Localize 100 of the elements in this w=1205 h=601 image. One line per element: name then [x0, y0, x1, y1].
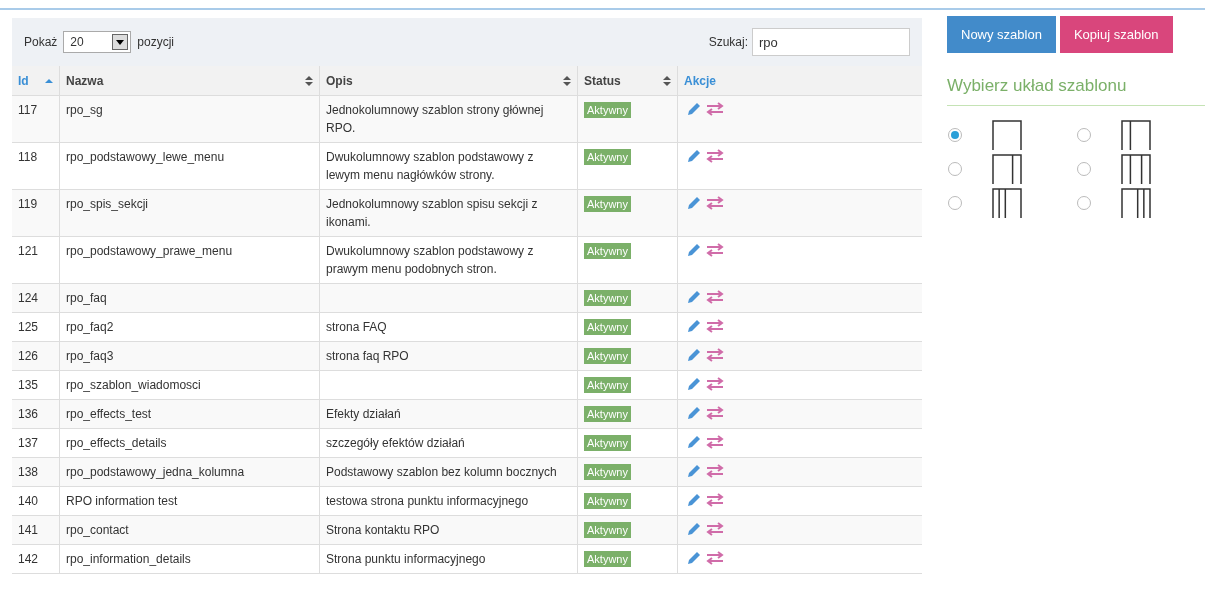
- swap-arrows-icon[interactable]: [706, 376, 724, 392]
- swap-arrows-icon[interactable]: [706, 148, 724, 164]
- swap-arrows-icon[interactable]: [706, 242, 724, 258]
- name-cell: rpo_szablon_wiadomosci: [66, 378, 201, 392]
- status-badge: Aktywny: [584, 493, 631, 509]
- status-badge: Aktywny: [584, 435, 631, 451]
- edit-pencil-icon[interactable]: [686, 492, 702, 508]
- swap-arrows-icon[interactable]: [706, 318, 724, 334]
- column-layout-icon: [992, 119, 1022, 150]
- swap-arrows-icon[interactable]: [706, 492, 724, 508]
- layout-radio[interactable]: [1077, 195, 1091, 210]
- sort-icon: [305, 75, 313, 86]
- edit-pencil-icon[interactable]: [686, 376, 702, 392]
- name-cell: rpo_information_details: [66, 552, 191, 566]
- status-badge: Aktywny: [584, 464, 631, 480]
- edit-pencil-icon[interactable]: [686, 289, 702, 305]
- column-layout-icon: [1121, 153, 1151, 184]
- sort-icon: [663, 75, 671, 86]
- column-layout-icon: [992, 187, 1022, 218]
- column-layout-icon: [992, 153, 1022, 184]
- name-cell: RPO information test: [66, 494, 178, 508]
- description-cell: strona faq RPO: [326, 349, 409, 363]
- id-cell: 137: [18, 436, 39, 450]
- status-badge: Aktywny: [584, 377, 631, 393]
- status-badge: Aktywny: [584, 551, 631, 567]
- search-field[interactable]: rpo: [752, 28, 910, 56]
- name-cell: rpo_spis_sekcji: [66, 197, 149, 211]
- status-badge: Aktywny: [584, 319, 631, 335]
- id-cell: 126: [18, 349, 39, 363]
- id-cell: 117: [18, 103, 38, 117]
- copy-template-button[interactable]: Kopiuj szablon: [1059, 16, 1173, 53]
- name-cell: rpo_faq2: [66, 320, 114, 334]
- id-cell: 138: [18, 465, 39, 479]
- id-cell: 140: [18, 494, 39, 508]
- name-cell: rpo_effects_test: [66, 407, 152, 421]
- description-cell: strona FAQ: [326, 320, 387, 334]
- description-cell: szczegóły efektów działań: [326, 436, 465, 450]
- swap-arrows-icon[interactable]: [706, 434, 724, 450]
- id-cell: 141: [18, 523, 39, 537]
- description-cell: testowa strona punktu informacyjnego: [326, 494, 529, 508]
- status-badge: Aktywny: [584, 348, 631, 364]
- layout-radio[interactable]: [948, 127, 962, 142]
- name-cell: rpo_faq: [66, 291, 107, 305]
- column-header[interactable]: Nazwa: [60, 66, 320, 95]
- swap-arrows-icon[interactable]: [706, 405, 724, 421]
- name-cell: rpo_podstawowy_prawe_menu: [66, 244, 233, 258]
- sort-icon: [563, 75, 571, 86]
- description-cell: Jednokolumnowy szablon strony głównej RPO.: [326, 103, 544, 135]
- edit-pencil-icon[interactable]: [686, 434, 702, 450]
- show-label: Pokaż: [24, 34, 58, 51]
- status-badge: Aktywny: [584, 290, 631, 306]
- column-layout-icon: [1121, 187, 1151, 218]
- id-cell: 136: [18, 407, 39, 421]
- edit-pencil-icon[interactable]: [686, 405, 702, 421]
- page-size-select[interactable]: 20: [63, 31, 132, 53]
- description-cell: Dwukolumnowy szablon podstawowy z lewym menu nagłówków strony.: [326, 150, 534, 182]
- name-cell: rpo_podstawowy_lewe_menu: [66, 150, 225, 164]
- layout-radio[interactable]: [948, 161, 962, 176]
- status-badge: Aktywny: [584, 522, 631, 538]
- status-badge: Aktywny: [584, 102, 631, 118]
- search-label: Szukaj:: [708, 34, 748, 51]
- swap-arrows-icon[interactable]: [706, 521, 724, 537]
- swap-arrows-icon[interactable]: [706, 347, 724, 363]
- edit-pencil-icon[interactable]: [686, 347, 702, 363]
- new-template-button[interactable]: Nowy szablon: [947, 16, 1056, 53]
- description-cell: Efekty działań: [326, 407, 401, 421]
- edit-pencil-icon[interactable]: [686, 148, 702, 164]
- swap-arrows-icon[interactable]: [706, 463, 724, 479]
- layout-radio[interactable]: [948, 195, 962, 210]
- edit-pencil-icon[interactable]: [686, 550, 702, 566]
- id-cell: 125: [18, 320, 39, 334]
- status-badge: Aktywny: [584, 406, 631, 422]
- id-cell: 118: [18, 150, 38, 164]
- name-cell: rpo_sg: [66, 103, 103, 117]
- description-cell: Jednokolumnowy szablon spisu sekcji z ikonami.: [326, 197, 538, 229]
- sort-ascending-icon: [45, 77, 53, 84]
- layout-radio[interactable]: [1077, 127, 1091, 142]
- description-cell: Strona kontaktu RPO: [326, 523, 440, 537]
- column-header[interactable]: Opis: [320, 66, 578, 95]
- dropdown-caret-icon: [116, 39, 125, 45]
- swap-arrows-icon[interactable]: [706, 101, 724, 117]
- id-cell: 124: [18, 291, 39, 305]
- swap-arrows-icon[interactable]: [706, 195, 724, 211]
- id-cell: 119: [18, 197, 38, 211]
- name-cell: rpo_faq3: [66, 349, 114, 363]
- swap-arrows-icon[interactable]: [706, 289, 724, 305]
- id-cell: 121: [18, 244, 39, 258]
- edit-pencil-icon[interactable]: [686, 463, 702, 479]
- edit-pencil-icon[interactable]: [686, 195, 702, 211]
- description-cell: Dwukolumnowy szablon podstawowy z prawym menu podobnych stron.: [326, 244, 534, 276]
- name-cell: rpo_contact: [66, 523, 129, 537]
- column-header[interactable]: Status: [578, 66, 678, 95]
- edit-pencil-icon[interactable]: [686, 318, 702, 334]
- column-layout-icon: [1121, 119, 1151, 150]
- edit-pencil-icon[interactable]: [686, 101, 702, 117]
- swap-arrows-icon[interactable]: [706, 550, 724, 566]
- edit-pencil-icon[interactable]: [686, 242, 702, 258]
- layout-radio[interactable]: [1077, 161, 1091, 176]
- edit-pencil-icon[interactable]: [686, 521, 702, 537]
- status-badge: Aktywny: [584, 196, 631, 212]
